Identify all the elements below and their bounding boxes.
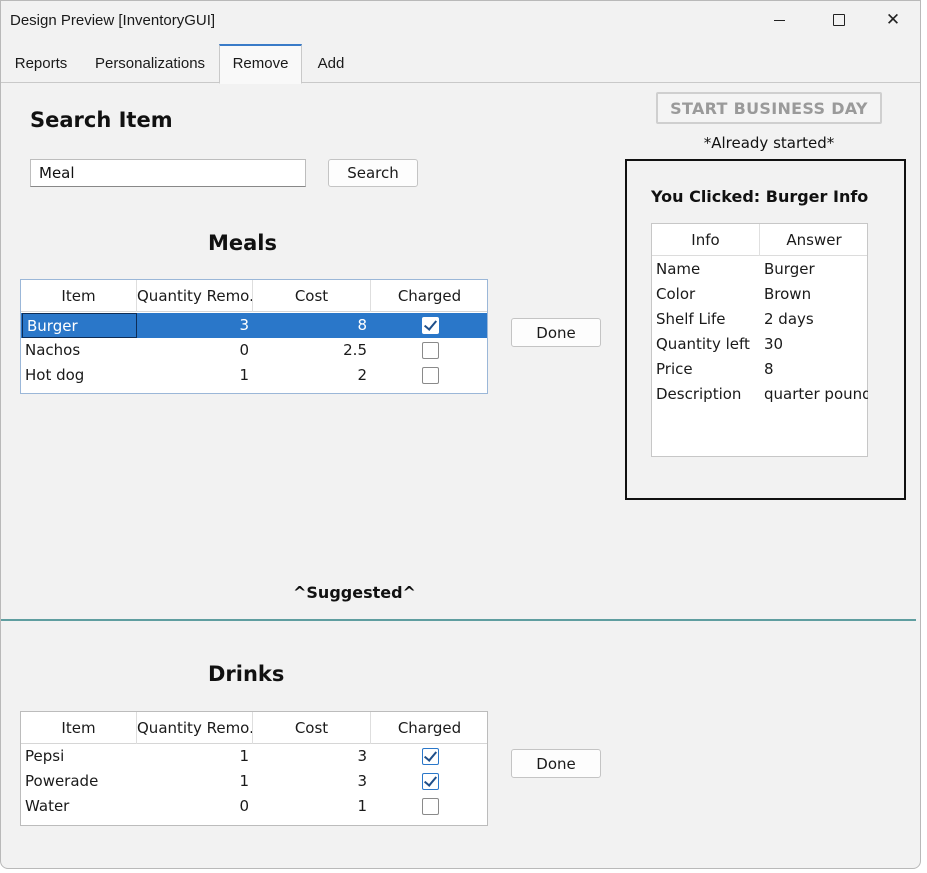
tab-reports[interactable]: Reports [1,44,81,83]
maximize-button[interactable] [812,1,866,39]
info-table-header: Info Answer [652,224,867,256]
list-item[interactable]: Price 8 [652,357,867,382]
business-status-note: *Already started* [703,134,835,152]
info-panel-heading: You Clicked: Burger Info [651,187,869,206]
column-header-quantity[interactable]: Quantity Remo... [137,280,253,312]
column-header-charged[interactable]: Charged [371,280,488,312]
cell-cost[interactable]: 2 [253,363,369,388]
meals-table[interactable]: Item Quantity Remo... Cost Charged Burge… [20,279,488,394]
cell-cost[interactable]: 3 [253,769,369,794]
meals-done-button[interactable]: Done [511,318,601,347]
table-row[interactable]: Pepsi 1 3 [21,744,487,769]
close-button[interactable]: ✕ [866,1,920,39]
cell-quantity[interactable]: 1 [137,744,251,769]
info-value: 2 days [764,310,814,328]
charged-checkbox[interactable] [422,317,439,334]
cell-item[interactable]: Nachos [21,338,137,363]
info-label: Price [656,360,693,378]
table-row[interactable]: Nachos 0 2.5 [21,338,487,363]
cell-cost[interactable]: 2.5 [253,338,369,363]
minimize-button[interactable] [752,1,806,39]
tab-remove[interactable]: Remove [219,44,302,84]
list-item[interactable]: Name Burger [652,257,867,282]
list-item[interactable]: Color Brown [652,282,867,307]
column-header-item[interactable]: Item [21,712,137,744]
meals-table-header: Item Quantity Remo... Cost Charged [21,280,487,312]
list-item[interactable]: Quantity left 30 [652,332,867,357]
table-row[interactable]: Burger 3 8 [21,313,487,338]
search-heading: Search Item [30,108,173,132]
search-button[interactable]: Search [328,159,418,187]
search-input[interactable]: Meal [30,159,306,187]
info-table[interactable]: Info Answer Name Burger Color Brown Shel… [651,223,868,457]
column-header-quantity[interactable]: Quantity Remo... [137,712,253,744]
start-business-day-button[interactable]: START BUSINESS DAY [656,92,882,124]
tab-personalizations[interactable]: Personalizations [81,44,219,83]
cell-item[interactable]: Powerade [21,769,137,794]
charged-checkbox[interactable] [422,798,439,815]
cell-cost[interactable]: 3 [253,744,369,769]
charged-checkbox[interactable] [422,748,439,765]
tab-add[interactable]: Add [302,44,360,83]
cell-cost[interactable]: 8 [253,313,369,338]
cell-quantity[interactable]: 0 [137,338,251,363]
info-value: Brown [764,285,812,303]
charged-checkbox[interactable] [422,342,439,359]
drinks-heading: Drinks [208,662,285,686]
table-row[interactable]: Water 0 1 [21,794,487,819]
info-label: Name [656,260,701,278]
info-label: Description [656,385,742,403]
drinks-table[interactable]: Item Quantity Remo... Cost Charged Pepsi… [20,711,488,826]
column-header-cost[interactable]: Cost [253,280,371,312]
info-value: 8 [764,360,774,378]
section-divider [1,619,916,621]
cell-cost[interactable]: 1 [253,794,369,819]
meals-heading: Meals [208,231,278,255]
list-item[interactable]: Shelf Life 2 days [652,307,867,332]
close-icon: ✕ [885,10,901,29]
charged-checkbox[interactable] [422,367,439,384]
column-header-charged[interactable]: Charged [371,712,488,744]
suggested-label: ^Suggested^ [293,583,416,602]
cell-item[interactable]: Hot dog [21,363,137,388]
cell-item[interactable]: Burger [22,313,137,338]
cell-item[interactable]: Pepsi [21,744,137,769]
table-row[interactable]: Hot dog 1 2 [21,363,487,388]
table-row[interactable]: Powerade 1 3 [21,769,487,794]
column-header-info[interactable]: Info [652,224,760,256]
column-header-item[interactable]: Item [21,280,137,312]
drinks-done-button[interactable]: Done [511,749,601,778]
info-label: Color [656,285,696,303]
info-label: Shelf Life [656,310,726,328]
drinks-table-header: Item Quantity Remo... Cost Charged [21,712,487,744]
info-value: 30 [764,335,784,353]
window-title: Design Preview [InventoryGUI] [10,12,216,29]
title-bar: Design Preview [InventoryGUI] ✕ [1,1,920,39]
list-item[interactable]: Description quarter pound... [652,382,868,407]
minimize-icon [773,19,785,21]
maximize-icon [833,14,845,26]
app-window: Design Preview [InventoryGUI] ✕ Reports … [0,0,921,869]
tab-bar: Reports Personalizations Remove Add [1,44,920,84]
cell-item[interactable]: Water [21,794,137,819]
info-value: quarter pound... [764,385,868,403]
cell-quantity[interactable]: 1 [137,769,251,794]
column-header-cost[interactable]: Cost [253,712,371,744]
info-label: Quantity left [656,335,750,353]
charged-checkbox[interactable] [422,773,439,790]
column-header-answer[interactable]: Answer [760,224,868,256]
info-value: Burger [764,260,815,278]
cell-quantity[interactable]: 3 [137,313,251,338]
cell-quantity[interactable]: 0 [137,794,251,819]
cell-quantity[interactable]: 1 [137,363,251,388]
